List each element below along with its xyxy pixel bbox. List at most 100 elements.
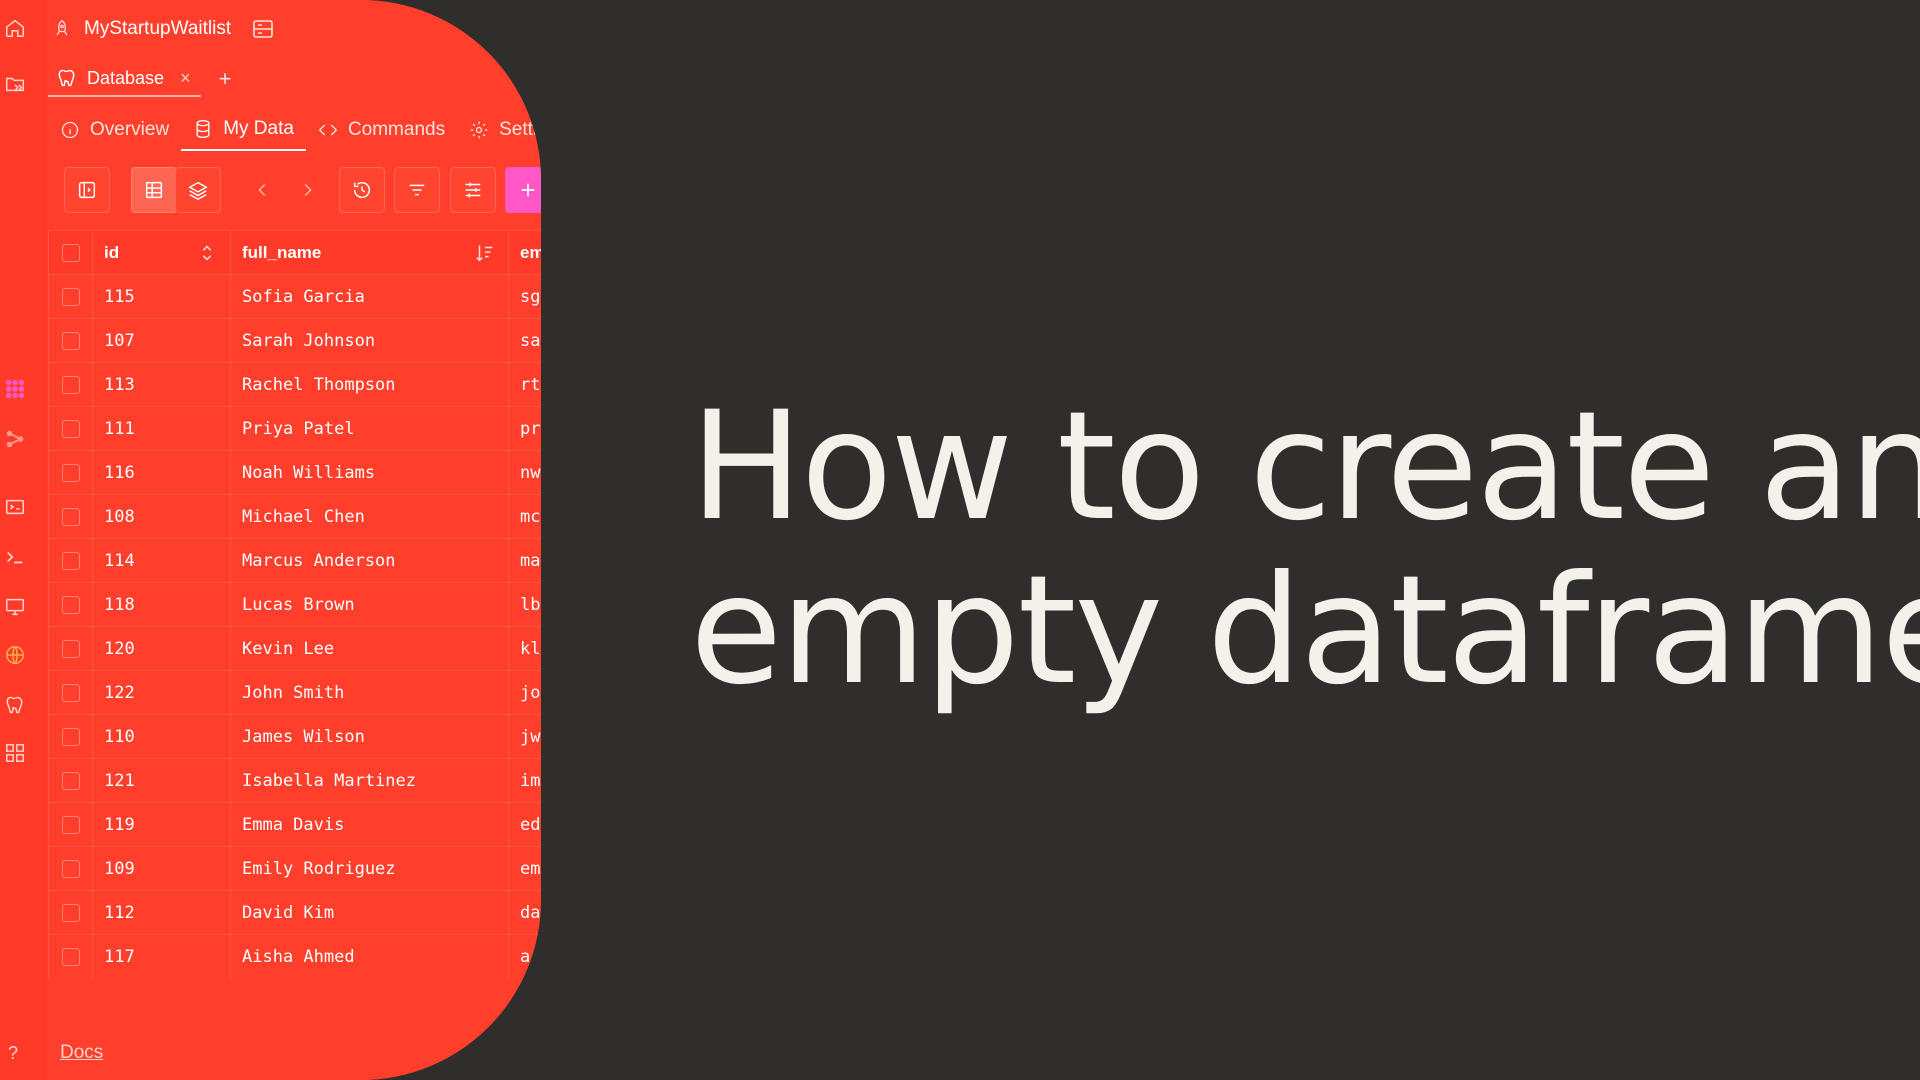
cell-email[interactable]: rt [508,363,541,407]
cell-id[interactable]: 108 [92,495,230,539]
row-checkbox[interactable] [48,319,93,363]
tab-overview[interactable]: Overview [48,110,181,150]
row-checkbox[interactable] [48,671,93,715]
row-checkbox[interactable] [48,627,93,671]
cell-email[interactable]: nw [508,451,541,495]
row-checkbox[interactable] [48,451,93,495]
project-title[interactable]: MyStartupWaitlist [84,18,231,40]
globe-icon[interactable] [4,644,26,666]
cell-full-name[interactable]: James Wilson [230,715,508,759]
cell-id[interactable]: 112 [92,891,230,935]
cell-full-name[interactable]: Rachel Thompson [230,363,508,407]
row-checkbox[interactable] [48,583,93,627]
dashboard-grid-icon[interactable] [4,742,26,764]
cell-full-name[interactable]: Marcus Anderson [230,539,508,583]
cell-full-name[interactable]: David Kim [230,891,508,935]
table-row[interactable]: 107 Sarah Johnson sa [48,318,541,363]
toggle-sidebar-button[interactable] [64,167,110,213]
cell-email[interactable]: lb [508,583,541,627]
column-header-full-name[interactable]: full_name [230,231,508,275]
row-checkbox[interactable] [48,275,93,319]
table-row[interactable]: 120 Kevin Lee kl [48,626,541,671]
sort-toggle-icon[interactable] [196,242,218,264]
row-checkbox[interactable] [48,891,93,935]
cell-email[interactable]: pr [508,407,541,451]
prev-page-button[interactable] [240,167,286,213]
row-checkbox[interactable] [48,495,93,539]
close-icon[interactable]: × [180,68,191,89]
cell-full-name[interactable]: John Smith [230,671,508,715]
home-icon[interactable] [4,17,26,39]
cell-full-name[interactable]: Priya Patel [230,407,508,451]
cell-id[interactable]: 111 [92,407,230,451]
cell-email[interactable]: ed [508,803,541,847]
docs-link[interactable]: Docs [60,1042,103,1064]
cell-id[interactable]: 122 [92,671,230,715]
terminal-icon[interactable] [4,546,26,568]
history-button[interactable] [339,167,385,213]
add-row-button[interactable] [505,167,541,213]
tab-my-data[interactable]: My Data [181,109,306,151]
row-checkbox[interactable] [48,803,93,847]
cell-id[interactable]: 110 [92,715,230,759]
cell-email[interactable]: jw [508,715,541,759]
cell-email[interactable]: mc [508,495,541,539]
row-checkbox[interactable] [48,715,93,759]
table-row[interactable]: 112 David Kim da [48,890,541,935]
cell-id[interactable]: 119 [92,803,230,847]
table-row[interactable]: 121 Isabella Martinez im [48,758,541,803]
cell-full-name[interactable]: Isabella Martinez [230,759,508,803]
tab-commands[interactable]: Commands [306,110,457,150]
server-icon[interactable] [251,17,275,41]
row-checkbox[interactable] [48,407,93,451]
table-row[interactable]: 115 Sofia Garcia sg [48,274,541,319]
tab-database[interactable]: Database × [48,61,201,97]
add-tab-button[interactable]: + [219,66,232,92]
cell-email[interactable]: im [508,759,541,803]
cell-email[interactable]: sa [508,319,541,363]
cell-email[interactable]: jo [508,671,541,715]
tab-settings[interactable]: Settings [457,110,541,150]
table-row[interactable]: 113 Rachel Thompson rt [48,362,541,407]
cell-id[interactable]: 118 [92,583,230,627]
table-row[interactable]: 110 James Wilson jw [48,714,541,759]
column-header-email[interactable]: email [508,231,541,275]
send-list-icon[interactable] [4,496,26,518]
cell-full-name[interactable]: Sofia Garcia [230,275,508,319]
cell-full-name[interactable]: Kevin Lee [230,627,508,671]
table-row[interactable]: 114 Marcus Anderson ma [48,538,541,583]
cell-full-name[interactable]: Lucas Brown [230,583,508,627]
cell-id[interactable]: 114 [92,539,230,583]
row-checkbox[interactable] [48,935,93,979]
layers-view-button[interactable] [175,167,221,213]
table-row[interactable]: 122 John Smith jo [48,670,541,715]
cell-id[interactable]: 121 [92,759,230,803]
cell-email[interactable]: sg [508,275,541,319]
table-row[interactable]: 116 Noah Williams nw [48,450,541,495]
select-all-checkbox[interactable] [48,231,93,275]
postgres-elephant-icon[interactable] [4,694,26,716]
cell-id[interactable]: 116 [92,451,230,495]
filter-button[interactable] [394,167,440,213]
row-checkbox[interactable] [48,847,93,891]
cell-full-name[interactable]: Noah Williams [230,451,508,495]
cell-full-name[interactable]: Sarah Johnson [230,319,508,363]
cell-full-name[interactable]: Aisha Ahmed [230,935,508,979]
row-checkbox[interactable] [48,759,93,803]
cell-full-name[interactable]: Emily Rodriguez [230,847,508,891]
cell-id[interactable]: 109 [92,847,230,891]
table-row[interactable]: 111 Priya Patel pr [48,406,541,451]
table-row[interactable]: 117 Aisha Ahmed a. [48,934,541,979]
cell-full-name[interactable]: Emma Davis [230,803,508,847]
cell-id[interactable]: 117 [92,935,230,979]
apps-grid-icon[interactable] [4,378,26,400]
adjust-columns-button[interactable] [450,167,496,213]
table-view-button[interactable] [131,167,177,213]
cell-id[interactable]: 115 [92,275,230,319]
next-page-button[interactable] [284,167,330,213]
help-icon[interactable]: ? [8,1043,18,1064]
cell-id[interactable]: 120 [92,627,230,671]
share-nodes-icon[interactable] [4,428,26,450]
table-row[interactable]: 119 Emma Davis ed [48,802,541,847]
cell-full-name[interactable]: Michael Chen [230,495,508,539]
